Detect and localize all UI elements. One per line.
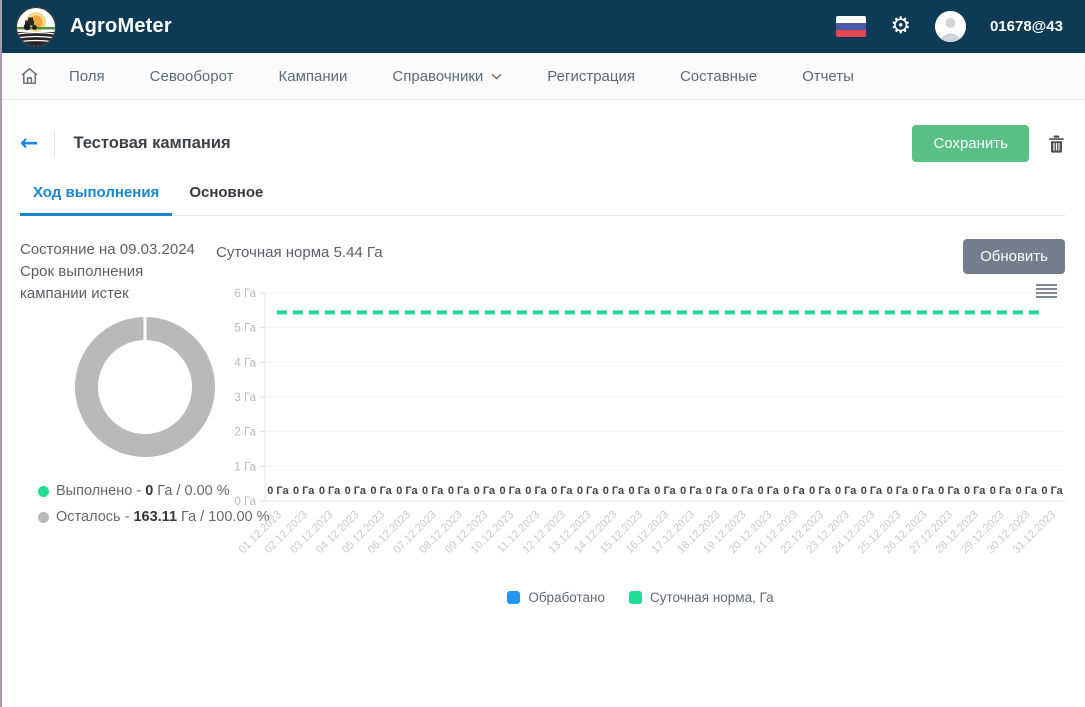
nav-item-crop-rotation[interactable]: Севооборот (150, 68, 234, 85)
data-labels: 0 Га0 Га0 Га0 Га0 Га0 Га0 Га0 Га0 Га0 Га… (267, 485, 1063, 497)
svg-text:0 Га: 0 Га (603, 485, 625, 497)
remaining-dot-icon (38, 512, 49, 523)
nav-item-registration[interactable]: Регистрация (547, 68, 635, 85)
completed-dot-icon (38, 486, 49, 497)
svg-text:0 Га: 0 Га (422, 485, 444, 497)
status-expired-2: кампании истек (20, 283, 216, 305)
daily-norm-label: Суточная норма 5.44 Га (216, 242, 383, 264)
x-axis-labels: 01.12.202302.12.202303.12.202304.12.2023… (237, 509, 1059, 556)
svg-text:0 Га: 0 Га (964, 485, 986, 497)
svg-text:0 Га: 0 Га (809, 485, 831, 497)
title-divider (54, 130, 55, 158)
svg-text:0 Га: 0 Га (1041, 485, 1063, 497)
svg-text:0 Га: 0 Га (938, 485, 960, 497)
svg-text:0 Га: 0 Га (551, 485, 573, 497)
svg-text:0 Га: 0 Га (370, 485, 392, 497)
svg-text:6 Га: 6 Га (234, 288, 256, 300)
page-title: Тестовая кампания (73, 134, 230, 153)
donut-chart (75, 317, 215, 457)
svg-text:4 Га: 4 Га (234, 357, 256, 369)
svg-text:3 Га: 3 Га (234, 392, 256, 404)
progress-left-column: Состояние на 09.03.2024 Срок выполнения … (20, 239, 216, 605)
svg-text:0 Га: 0 Га (474, 485, 496, 497)
header-right: ⚙ 01678@43 (836, 11, 1063, 42)
svg-text:0 Га: 0 Га (267, 485, 289, 497)
progress-section: Состояние на 09.03.2024 Срок выполнения … (20, 239, 1065, 605)
svg-text:1 Га: 1 Га (234, 461, 256, 473)
svg-text:0 Га: 0 Га (319, 485, 341, 497)
svg-text:0 Га: 0 Га (234, 496, 256, 508)
trash-icon (1048, 135, 1065, 153)
svg-text:0 Га: 0 Га (835, 485, 857, 497)
svg-text:0 Га: 0 Га (758, 485, 780, 497)
svg-text:0 Га: 0 Га (577, 485, 599, 497)
nav-item-campaigns[interactable]: Кампании (279, 68, 348, 85)
nav-item-directories[interactable]: Справочники (392, 68, 502, 85)
language-flag-russia[interactable] (836, 16, 866, 37)
tab-progress[interactable]: Ход выполнения (20, 184, 172, 216)
svg-text:0 Га: 0 Га (1016, 485, 1038, 497)
tabs-row: Ход выполнения Основное (20, 184, 1065, 216)
nav-item-composites[interactable]: Составные (680, 68, 757, 85)
svg-text:0 Га: 0 Га (628, 485, 650, 497)
tab-main[interactable]: Основное (176, 184, 276, 216)
chart-header: Суточная норма 5.44 Га Обновить (216, 239, 1065, 264)
window-edge (0, 0, 2, 707)
delete-button[interactable] (1048, 135, 1065, 153)
svg-text:5 Га: 5 Га (234, 323, 256, 335)
svg-text:0 Га: 0 Га (525, 485, 547, 497)
home-icon (20, 67, 39, 85)
status-expired-1: Срок выполнения (20, 261, 216, 283)
nav-item-reports[interactable]: Отчеты (802, 68, 854, 85)
agrometer-logo-icon (16, 7, 56, 47)
title-row: ← Тестовая кампания Сохранить (20, 100, 1065, 184)
progress-right-column: Суточная норма 5.44 Га Обновить 6 Га 5 Га… (216, 239, 1065, 605)
svg-text:0 Га: 0 Га (732, 485, 754, 497)
username-label[interactable]: 01678@43 (990, 18, 1063, 35)
svg-text:0 Га: 0 Га (887, 485, 909, 497)
svg-text:0 Га: 0 Га (680, 485, 702, 497)
user-avatar[interactable] (935, 11, 966, 42)
svg-text:0 Га: 0 Га (396, 485, 418, 497)
svg-text:0 Га: 0 Га (912, 485, 934, 497)
legend-item-processed[interactable]: Обработано (507, 590, 605, 605)
status-date: Состояние на 09.03.2024 (20, 239, 216, 261)
svg-text:2 Га: 2 Га (234, 427, 256, 439)
daily-norm-swatch-icon (629, 591, 642, 604)
legend-item-daily-norm[interactable]: Суточная норма, Га (629, 590, 774, 605)
nav-home[interactable] (20, 67, 39, 85)
svg-text:0 Га: 0 Га (990, 485, 1012, 497)
svg-text:0 Га: 0 Га (448, 485, 470, 497)
svg-text:0 Га: 0 Га (654, 485, 676, 497)
back-button[interactable]: ← (20, 133, 38, 155)
refresh-button[interactable]: Обновить (963, 239, 1065, 274)
bar-chart-legend: Обработано Суточная норма, Га (216, 590, 1065, 605)
settings-gear-icon[interactable]: ⚙ (890, 15, 911, 38)
donut-legend: Выполнено - 0 Га / 0.00 % Осталось - 163… (38, 483, 216, 525)
app-header: AgroMeter ⚙ 01678@43 (0, 0, 1085, 53)
donut-legend-remaining: Осталось - 163.11 Га / 100.00 % (38, 509, 216, 525)
chart-menu-icon[interactable] (1036, 284, 1057, 300)
svg-text:0 Га: 0 Га (783, 485, 805, 497)
svg-text:0 Га: 0 Га (345, 485, 367, 497)
processed-swatch-icon (507, 591, 520, 604)
save-button[interactable]: Сохранить (912, 125, 1029, 162)
donut-legend-completed: Выполнено - 0 Га / 0.00 % (38, 483, 216, 499)
svg-text:0 Га: 0 Га (499, 485, 521, 497)
bar-chart: 6 Га5 Га4 Га3 Га2 Га1 Га0 Га0 Га0 Га0 Га… (216, 279, 1065, 584)
y-axis: 6 Га 5 Га 4 Га 3 Га 2 Га 1 Га 0 Га (234, 288, 1065, 508)
svg-text:0 Га: 0 Га (706, 485, 728, 497)
chevron-down-icon (491, 73, 502, 80)
svg-text:0 Га: 0 Га (861, 485, 883, 497)
nav-item-fields[interactable]: Поля (69, 68, 105, 85)
main-nav: Поля Севооборот Кампании Справочники Рег… (0, 53, 1085, 100)
app-title: AgroMeter (70, 15, 172, 38)
svg-text:0 Га: 0 Га (293, 485, 315, 497)
